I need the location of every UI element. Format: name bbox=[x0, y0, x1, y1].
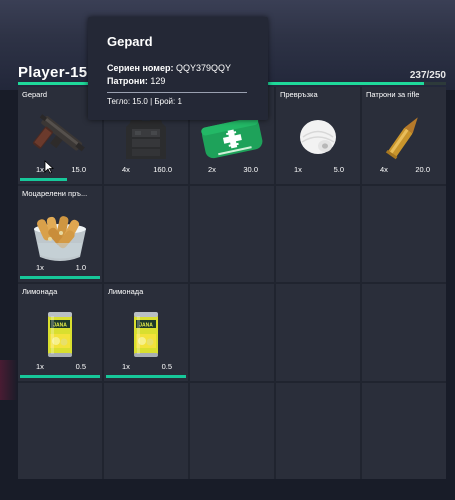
inventory-slot-15[interactable] bbox=[362, 284, 446, 381]
tooltip-divider bbox=[107, 92, 247, 93]
slot-weight: 20.0 bbox=[415, 164, 430, 174]
tooltip-ammo-label: Патрони: bbox=[107, 76, 148, 86]
slot-item-name: Патрони за rifle bbox=[366, 90, 420, 99]
tooltip-footer: Тегло: 15.0 | Брой: 1 bbox=[107, 97, 182, 106]
tooltip-serial-row: Сериен номер: QQY379QQY bbox=[107, 63, 231, 73]
slot-weight: 15.0 bbox=[71, 164, 86, 174]
inventory-slot-12[interactable]: Лимонада JANA 1x 0.5 bbox=[104, 284, 188, 381]
lemonade-can-icon: JANA bbox=[134, 312, 158, 358]
inventory-slot-13[interactable] bbox=[190, 284, 274, 381]
inventory-slot-14[interactable] bbox=[276, 284, 360, 381]
slot-item-name: Лимонада bbox=[22, 287, 58, 296]
inventory-slot-16[interactable] bbox=[18, 382, 102, 479]
slot-quantity: 4x bbox=[380, 164, 388, 174]
slot-quantity: 1x bbox=[36, 361, 44, 371]
inventory-slot-19[interactable] bbox=[276, 382, 360, 479]
inventory-slot-20[interactable] bbox=[362, 382, 446, 479]
slot-item-name: Превръзка bbox=[280, 90, 318, 99]
pistol-icon bbox=[33, 114, 85, 152]
slot-quantity: 4x bbox=[122, 164, 130, 174]
item-tooltip: Gepard Сериен номер: QQY379QQY Патрони: … bbox=[88, 17, 268, 120]
inventory-grid: Gepard 1x 15.0 4x 160.0 2x 30.0 Превръзк… bbox=[18, 87, 446, 479]
mouse-cursor-icon bbox=[44, 160, 54, 174]
inventory-screen: Player-15 237/250 Gepard 1x 15.0 4x 160.… bbox=[0, 0, 455, 500]
slot-weight: 30.0 bbox=[243, 164, 258, 174]
slot-durability-bar bbox=[20, 177, 67, 181]
svg-text:JANA: JANA bbox=[53, 323, 67, 329]
inventory-slot-7[interactable] bbox=[104, 185, 188, 282]
player-name: Player-15 bbox=[18, 64, 88, 81]
slot-durability-bar bbox=[20, 374, 100, 378]
inventory-slot-11[interactable]: Лимонада JANA 1x 0.5 bbox=[18, 284, 102, 381]
svg-text:JANA: JANA bbox=[139, 323, 153, 329]
inventory-slot-4[interactable]: Превръзка 1x 5.0 bbox=[276, 87, 360, 184]
slot-quantity: 1x bbox=[122, 361, 130, 371]
mozzarella-sticks-icon bbox=[34, 215, 86, 261]
slot-weight: 160.0 bbox=[153, 164, 172, 174]
lemonade-can-icon: JANA bbox=[48, 312, 72, 358]
slot-quantity: 1x bbox=[294, 164, 302, 174]
tooltip-serial-value: QQY379QQY bbox=[175, 63, 231, 73]
slot-item-name: Моцарелени пръ... bbox=[22, 188, 88, 198]
slot-item-name: Лимонада bbox=[108, 287, 144, 296]
inventory-slot-18[interactable] bbox=[190, 382, 274, 479]
slot-weight: 0.5 bbox=[75, 361, 86, 371]
inventory-slot-6[interactable]: Моцарелени пръ... 1x 1.0 bbox=[18, 185, 102, 282]
inventory-slot-8[interactable] bbox=[190, 185, 274, 282]
weight-counter: 237/250 bbox=[409, 70, 446, 81]
bullet-icon bbox=[385, 117, 418, 160]
slot-quantity: 1x bbox=[36, 263, 44, 272]
slot-weight: 0.5 bbox=[161, 361, 172, 371]
tooltip-serial-label: Сериен номер: bbox=[107, 63, 174, 73]
slot-durability-bar bbox=[106, 374, 186, 378]
slot-quantity: 2x bbox=[208, 164, 216, 174]
inventory-slot-5[interactable]: Патрони за rifle 4x 20.0 bbox=[362, 87, 446, 184]
slot-weight: 1.0 bbox=[75, 263, 86, 272]
inventory-slot-17[interactable] bbox=[104, 382, 188, 479]
slot-quantity: 1x bbox=[36, 164, 44, 174]
background-accent bbox=[0, 360, 18, 400]
slot-durability-bar bbox=[20, 276, 100, 279]
tooltip-ammo-value: 129 bbox=[150, 76, 166, 86]
tooltip-ammo-row: Патрони: 129 bbox=[107, 76, 165, 86]
tooltip-title: Gepard bbox=[107, 34, 153, 49]
inventory-slot-9[interactable] bbox=[276, 185, 360, 282]
slot-weight: 5.0 bbox=[333, 164, 344, 174]
bandage-icon bbox=[300, 120, 336, 155]
inventory-slot-10[interactable] bbox=[362, 185, 446, 282]
